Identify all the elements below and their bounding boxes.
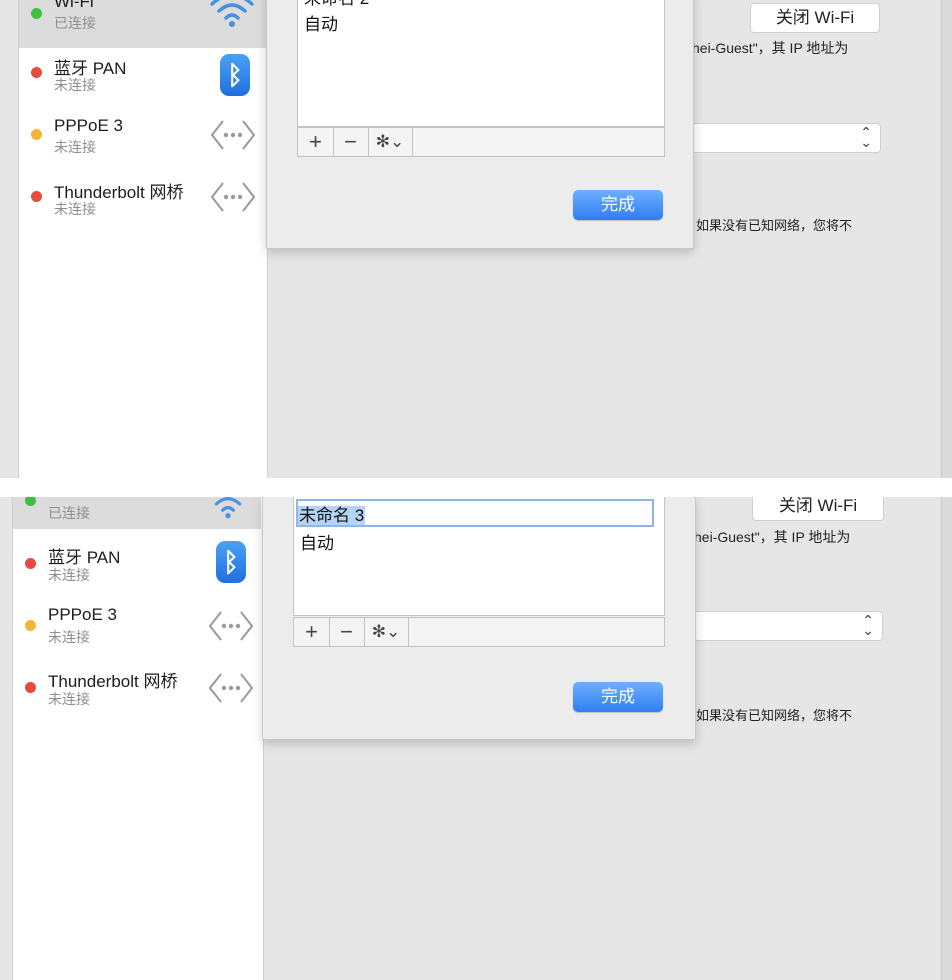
network-name-select[interactable]: ⌃ ⌄ bbox=[692, 123, 881, 153]
service-status: 已连接 bbox=[54, 15, 96, 31]
network-prefs-screenshot-bottom: 已连接 蓝牙 PAN 未连接 ᛒ PPPoE 3 未连接 Thunderbolt… bbox=[0, 497, 952, 980]
connection-arrows-icon bbox=[210, 182, 256, 212]
service-status: 未连接 bbox=[48, 567, 90, 583]
location-item[interactable]: 未命名 2 bbox=[304, 0, 369, 9]
status-dot-disconnected bbox=[25, 682, 36, 693]
service-name: PPPoE 3 bbox=[48, 605, 117, 624]
gear-menu-button[interactable]: ✻⌄ bbox=[368, 128, 413, 156]
service-name: Wi-Fi bbox=[54, 0, 94, 11]
ask-join-text: 如果没有已知网络，您将不 bbox=[696, 708, 853, 723]
connection-arrows-icon bbox=[210, 120, 256, 150]
turn-off-wifi-button[interactable]: 关闭 Wi-Fi bbox=[750, 3, 880, 33]
service-item-wifi[interactable]: 已连接 bbox=[13, 497, 261, 529]
add-location-button[interactable]: + bbox=[294, 618, 330, 646]
service-status: 未连接 bbox=[48, 629, 90, 645]
status-dot-disconnected bbox=[31, 67, 42, 78]
locations-list[interactable]: 未命名 2 自动 bbox=[297, 0, 665, 127]
connection-arrows-icon bbox=[208, 673, 254, 703]
done-button[interactable]: 完成 bbox=[573, 682, 663, 712]
service-list: 已连接 蓝牙 PAN 未连接 ᛒ PPPoE 3 未连接 Thunderbolt… bbox=[12, 497, 264, 980]
status-dot-inactive bbox=[25, 620, 36, 631]
up-down-chevron-icon: ⌃ ⌄ bbox=[862, 612, 874, 638]
locations-toolbar: + − ✻⌄ bbox=[293, 617, 665, 647]
network-name-select[interactable]: ⌃ ⌄ bbox=[694, 611, 883, 641]
service-item-thunderbolt-bridge[interactable]: Thunderbolt 网桥 未连接 bbox=[13, 663, 261, 721]
connection-arrows-icon bbox=[208, 611, 254, 641]
status-dot-connected bbox=[31, 8, 42, 19]
selected-location-text: 未命名 3 bbox=[298, 506, 366, 525]
service-status: 未连接 bbox=[54, 201, 96, 217]
service-list: Wi-Fi 已连接 蓝牙 PAN 未连接 ᛒ PPPoE 3 未连接 Thund… bbox=[18, 0, 268, 478]
service-item-wifi[interactable]: Wi-Fi 已连接 bbox=[19, 0, 267, 48]
status-dot-disconnected bbox=[31, 191, 42, 202]
window-edge bbox=[941, 497, 952, 980]
network-prefs-screenshot-top: Wi-Fi 已连接 蓝牙 PAN 未连接 ᛒ PPPoE 3 未连接 Thund… bbox=[0, 0, 952, 478]
edit-locations-sheet: 未命名 2 自动 + − ✻⌄ 完成 bbox=[266, 0, 694, 249]
screenshot-separator bbox=[0, 478, 952, 497]
locations-toolbar: + − ✻⌄ bbox=[297, 127, 665, 157]
wifi-icon bbox=[214, 497, 242, 519]
remove-location-button[interactable]: − bbox=[329, 618, 365, 646]
service-status: 已连接 bbox=[48, 505, 90, 521]
ask-join-text: 如果没有已知网络，您将不 bbox=[696, 218, 853, 233]
service-status: 未连接 bbox=[54, 77, 96, 93]
location-name-edit-field[interactable]: 未命名 3 bbox=[296, 499, 654, 527]
wifi-icon bbox=[210, 0, 254, 27]
service-item-thunderbolt-bridge[interactable]: Thunderbolt 网桥 未连接 bbox=[19, 172, 267, 230]
up-down-chevron-icon: ⌃ ⌄ bbox=[860, 124, 872, 150]
bluetooth-icon: ᛒ bbox=[216, 541, 246, 583]
bluetooth-icon: ᛒ bbox=[220, 54, 250, 96]
status-dot-disconnected bbox=[25, 558, 36, 569]
add-location-button[interactable]: + bbox=[298, 128, 334, 156]
remove-location-button[interactable]: − bbox=[333, 128, 369, 156]
status-dot-connected bbox=[25, 497, 36, 506]
locations-list[interactable]: 未命名 3 自动 bbox=[293, 497, 665, 616]
service-item-bluetooth-pan[interactable]: 蓝牙 PAN 未连接 ᛒ bbox=[13, 539, 261, 597]
turn-off-wifi-button[interactable]: 关闭 Wi-Fi bbox=[752, 497, 884, 521]
location-item[interactable]: 自动 bbox=[300, 529, 334, 554]
status-dot-inactive bbox=[31, 129, 42, 140]
service-item-pppoe[interactable]: PPPoE 3 未连接 bbox=[13, 601, 261, 659]
service-status: 未连接 bbox=[54, 139, 96, 155]
wifi-info-text: hei-Guest"，其 IP 地址为 bbox=[692, 40, 849, 56]
location-item[interactable]: 自动 bbox=[304, 10, 338, 35]
service-item-pppoe[interactable]: PPPoE 3 未连接 bbox=[19, 110, 267, 168]
service-item-bluetooth-pan[interactable]: 蓝牙 PAN 未连接 ᛒ bbox=[19, 48, 267, 106]
gear-menu-button[interactable]: ✻⌄ bbox=[364, 618, 409, 646]
done-button[interactable]: 完成 bbox=[573, 190, 663, 220]
service-name: PPPoE 3 bbox=[54, 116, 123, 135]
edit-locations-sheet: 未命名 3 自动 + − ✻⌄ 完成 bbox=[262, 497, 696, 740]
window-edge bbox=[941, 0, 952, 478]
service-status: 未连接 bbox=[48, 691, 90, 707]
wifi-info-text: hei-Guest"，其 IP 地址为 bbox=[694, 529, 851, 545]
